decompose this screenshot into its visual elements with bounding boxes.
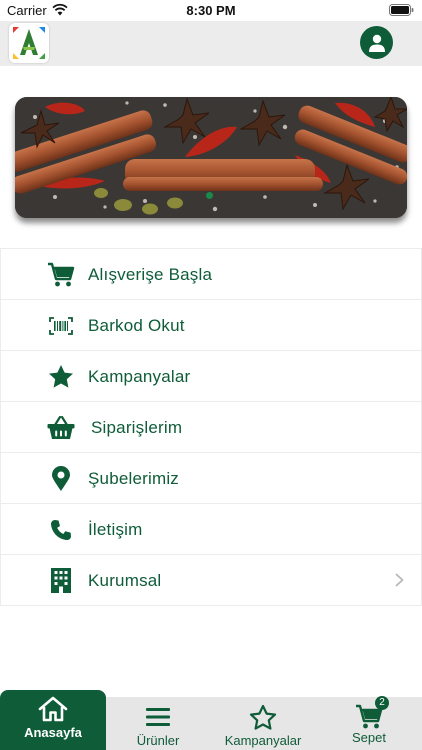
profile-button[interactable]: [360, 26, 393, 59]
tab-products-label: Ürünler: [136, 733, 180, 748]
phone-icon: [47, 516, 75, 543]
menu-label: Kampanyalar: [88, 367, 191, 386]
menu-item-contact[interactable]: İletişim: [0, 504, 422, 555]
menu-label: İletişim: [88, 520, 143, 539]
tab-home-label: Anasayfa: [24, 725, 82, 740]
promo-banner[interactable]: [15, 97, 407, 218]
tab-cart-label: Sepet: [352, 730, 386, 745]
cart-icon: [47, 261, 75, 288]
menu-item-barcode[interactable]: Barkod Okut: [0, 300, 422, 351]
main-menu: Alışverişe Başla Barkod Okut Kampanyalar: [0, 248, 422, 606]
home-icon: [38, 696, 68, 722]
menu-label: Siparişlerim: [91, 418, 183, 437]
menu-label: Şubelerimiz: [88, 469, 180, 488]
menu-item-orders[interactable]: Siparişlerim: [0, 402, 422, 453]
menu-item-shopping[interactable]: Alışverişe Başla: [0, 249, 422, 300]
app-logo[interactable]: [9, 23, 49, 63]
basket-icon: [47, 414, 75, 441]
star-icon: [47, 363, 75, 390]
menu-list-icon: [146, 704, 170, 730]
banner-image: [15, 97, 407, 218]
cart-count-badge: 2: [375, 696, 389, 710]
user-icon: [368, 34, 385, 52]
menu-label: Alışverişe Başla: [88, 265, 213, 284]
chevron-right-icon: [395, 573, 404, 587]
menu-item-campaigns[interactable]: Kampanyalar: [0, 351, 422, 402]
carousel-dot[interactable]: [206, 192, 213, 199]
menu-item-corporate[interactable]: Kurumsal: [0, 555, 422, 606]
status-bar: Carrier 8:30 PM: [0, 0, 422, 21]
tab-campaigns[interactable]: Kampanyalar: [213, 697, 313, 750]
battery-icon: [389, 4, 414, 16]
star-outline-icon: [249, 704, 277, 730]
tab-cart[interactable]: Sepet: [338, 697, 400, 750]
barcode-icon: [47, 312, 75, 339]
app-header: [0, 21, 422, 66]
tab-bar: Anasayfa Ürünler Kampanyalar Sepet: [0, 690, 422, 750]
brand-logo-icon: [13, 27, 45, 59]
building-icon: [47, 567, 75, 594]
menu-label: Kurumsal: [88, 571, 162, 590]
location-pin-icon: [47, 465, 75, 492]
menu-item-branches[interactable]: Şubelerimiz: [0, 453, 422, 504]
tab-products[interactable]: Ürünler: [118, 697, 198, 750]
status-time: 8:30 PM: [186, 3, 236, 18]
tab-home[interactable]: Anasayfa: [0, 690, 106, 750]
tab-campaigns-label: Kampanyalar: [224, 733, 302, 748]
menu-label: Barkod Okut: [88, 316, 185, 335]
